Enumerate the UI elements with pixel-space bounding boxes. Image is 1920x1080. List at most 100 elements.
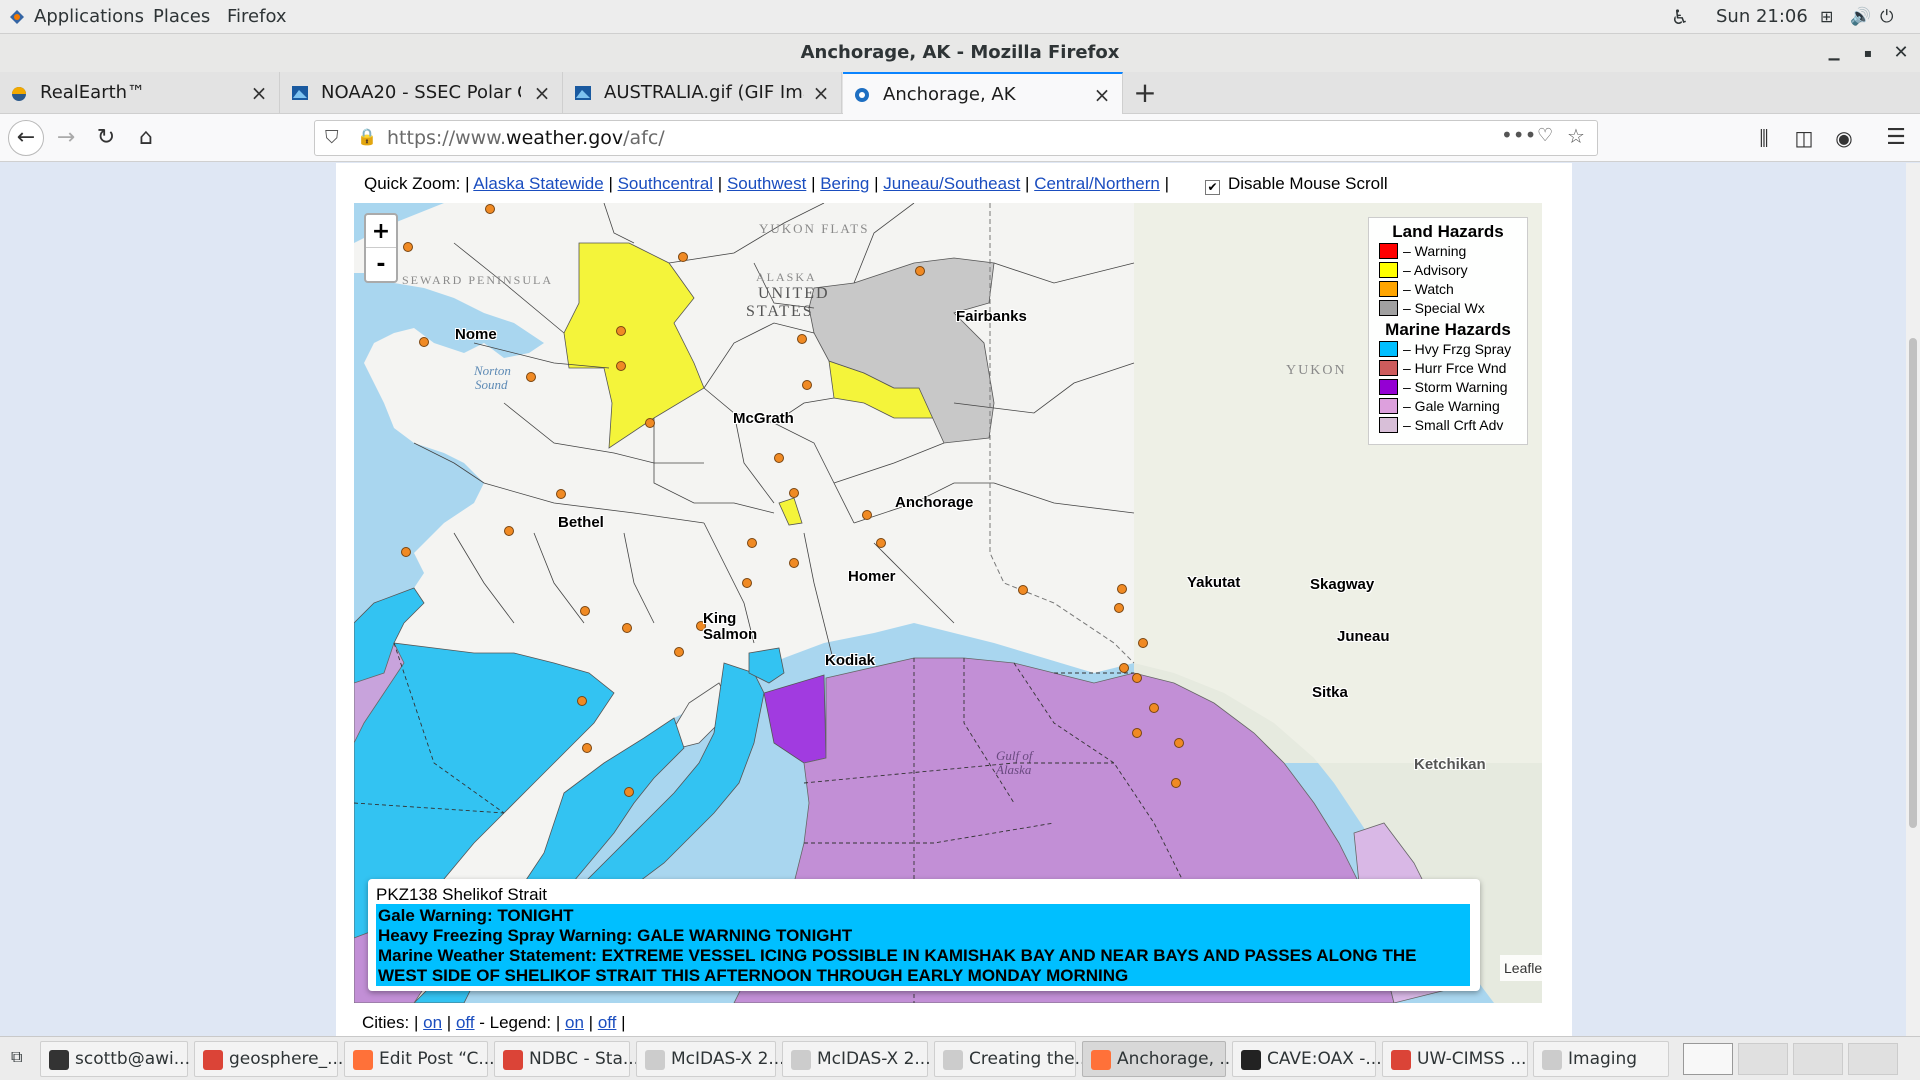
map-region-label: ALASKA [756,270,817,284]
taskbar-item[interactable]: McIDAS-X 2... [636,1041,785,1077]
taskbar-item[interactable]: Edit Post “C... [344,1041,495,1077]
new-tab-button[interactable]: + [1130,78,1160,108]
tab-australia[interactable]: AUSTRALIA.gif (GIF Image × [564,72,842,114]
city-label-juneau[interactable]: Juneau [1337,629,1390,645]
taskbar-item[interactable]: Creating the... [934,1041,1091,1077]
page-scrollbar[interactable] [1906,163,1920,1036]
pocket-icon[interactable]: ♡ [1537,125,1553,146]
taskbar-item[interactable]: UW-CIMSS ... [1382,1041,1528,1077]
city-label-anchorage[interactable]: Anchorage [895,495,973,511]
page-actions-icon[interactable]: ••• [1501,123,1536,147]
city-label-sitka[interactable]: Sitka [1312,685,1348,701]
legend-on-link[interactable]: on [565,1013,584,1032]
zone-info-popup[interactable]: PKZ138 Shelikof Strait Gale Warning: TON… [368,879,1480,991]
window-icon [645,1050,665,1070]
tab-noaa20[interactable]: NOAA20 - SSEC Polar Or × [281,72,563,114]
map-water-label: Alaska [996,762,1032,777]
workspace-3[interactable] [1793,1043,1843,1075]
city-label-ketchikan[interactable]: Ketchikan [1414,757,1486,773]
firefox-menu[interactable]: Firefox [227,0,287,34]
taskbar-item[interactable]: CAVE:OAX -... [1232,1041,1382,1077]
city-label-mcgrath[interactable]: McGrath [733,411,794,427]
city-label-kodiak[interactable]: Kodiak [825,653,875,669]
taskbar-item[interactable]: Imaging [1533,1041,1669,1077]
close-tab-icon[interactable]: × [811,83,831,103]
cities-off-link[interactable]: off [456,1013,475,1032]
back-button[interactable]: ← [8,120,44,156]
maximize-button[interactable]: ▪ [1857,42,1879,64]
city-label-king-salmon[interactable]: King Salmon [703,611,757,643]
disable-mouse-scroll-toggle[interactable]: ✔ Disable Mouse Scroll [1205,173,1388,195]
zoom-link-juneau-southeast[interactable]: Juneau/Southeast [883,174,1020,193]
disable-scroll-checkbox[interactable]: ✔ [1205,180,1220,195]
tab-anchorage[interactable]: Anchorage, AK × [843,72,1123,115]
marine-legend-row: – Hurr Frce Wnd [1369,359,1527,378]
zoom-link-southcentral[interactable]: Southcentral [618,174,713,193]
city-label-homer[interactable]: Homer [848,569,896,585]
workspace-2[interactable] [1738,1043,1788,1075]
taskbar-item[interactable]: scottb@awi... [40,1041,190,1077]
city-label-fairbanks[interactable]: Fairbanks [956,309,1027,325]
taskbar-item-label: Edit Post “C... [379,1049,495,1069]
city-label-yakutat[interactable]: Yakutat [1187,575,1240,591]
legend-label: – Small Crft Adv [1403,417,1504,433]
shield-icon[interactable]: ⛉ [325,127,339,148]
lock-icon[interactable]: 🔒 [357,127,377,146]
zoom-link-southwest[interactable]: Southwest [727,174,806,193]
leaflet-attribution-link[interactable]: Leaflet [1500,955,1542,981]
bookmark-star-icon[interactable]: ☆ [1567,124,1585,148]
taskbar-item[interactable]: geosphere_... [194,1041,343,1077]
city-label-bethel[interactable]: Bethel [558,515,604,531]
account-icon[interactable]: ◉ [1828,122,1860,154]
zoom-out-button[interactable]: - [366,248,396,281]
popup-alert-line: Gale Warning: TONIGHT [378,906,574,925]
workspace-1[interactable] [1683,1043,1733,1075]
zoom-link-alaska-statewide[interactable]: Alaska Statewide [473,174,603,193]
minimize-button[interactable]: ▁ [1823,42,1845,64]
legend-label: – Hvy Frzg Spray [1403,341,1512,357]
cities-on-link[interactable]: on [423,1013,442,1032]
reload-button[interactable]: ↻ [90,122,122,154]
close-tab-icon[interactable]: × [249,83,269,103]
taskbar-item[interactable]: McIDAS-X 2... [782,1041,931,1077]
close-tab-icon[interactable]: × [532,83,552,103]
city-label-skagway[interactable]: Skagway [1310,577,1374,593]
zoom-link-bering[interactable]: Bering [820,174,869,193]
power-icon[interactable]: ⏻ [1880,0,1893,34]
forward-button[interactable]: → [50,122,82,154]
workspace-4[interactable] [1848,1043,1898,1075]
url-text[interactable]: https://www.weather.gov/afc/ [387,121,665,155]
taskbar-item[interactable]: Anchorage, ... [1082,1041,1236,1077]
taskbar-item[interactable]: NDBC - Sta... [494,1041,639,1077]
marine-legend-row: – Small Crft Adv [1369,416,1527,435]
clock[interactable]: Sun 21:06 [1716,0,1808,34]
network-icon[interactable]: ⊞ [1820,0,1833,34]
close-window-button[interactable]: ✕ [1890,42,1912,64]
cities-legend-toggle-bar: Cities: | on | off - Legend: | on | off … [362,1013,626,1032]
volume-icon[interactable]: 🔊 [1850,0,1871,34]
close-tab-icon[interactable]: × [1092,85,1112,105]
legend-label: – Warning [1403,243,1467,259]
tab-realearth[interactable]: RealEarth™ × [0,72,280,114]
places-menu[interactable]: Places [153,0,210,34]
accessibility-icon[interactable]: ♿ [1671,0,1689,34]
hazard-map[interactable]: + - YUKON FLATS UNITED STATES ALASKA SEW… [354,203,1542,1003]
tab-label: NOAA20 - SSEC Polar Or [321,82,521,103]
legend-off-link[interactable]: off [598,1013,617,1032]
disable-scroll-label: Disable Mouse Scroll [1228,174,1388,193]
city-label-nome[interactable]: Nome [455,327,497,343]
marine-legend-row: – Gale Warning [1369,397,1527,416]
sidebar-icon[interactable]: ◫ [1788,122,1820,154]
legend-label: – Special Wx [1403,300,1485,316]
terminal-icon [49,1050,69,1070]
zoom-link-central-northern[interactable]: Central/Northern [1034,174,1160,193]
library-icon[interactable]: ⫼ [1748,122,1780,154]
zoom-in-button[interactable]: + [366,215,396,248]
menu-icon[interactable]: ☰ [1880,122,1912,154]
home-button[interactable]: ⌂ [130,122,162,154]
show-desktop-icon[interactable]: ⧉ [4,1041,36,1077]
applications-menu[interactable]: Applications [34,0,144,34]
scrollbar-thumb[interactable] [1909,338,1917,828]
url-bar[interactable]: ⛉ 🔒 https://www.weather.gov/afc/ ••• ♡ ☆ [314,120,1598,156]
land-legend-row: – Watch [1369,280,1527,299]
